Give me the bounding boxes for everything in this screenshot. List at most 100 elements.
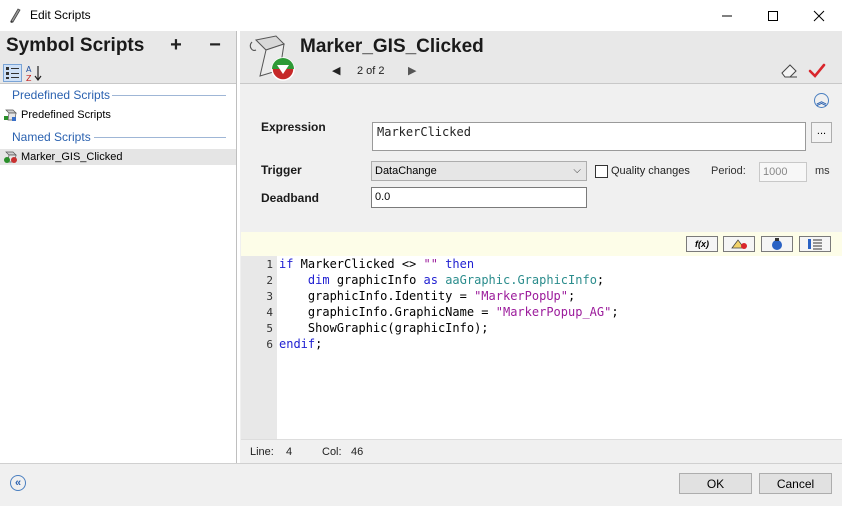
code-token: MarkerClicked <> — [293, 257, 424, 271]
deadband-label: Deadband — [261, 191, 320, 205]
line-number-gutter: 1 2 3 4 5 6 — [241, 256, 277, 439]
line-label: Line: — [250, 446, 274, 458]
code-token: "MarkerPopup_AG" — [495, 305, 612, 319]
panel-title: Symbol Scripts — [6, 35, 145, 56]
named-script-icon — [4, 151, 17, 163]
sort-az-icon: A Z — [26, 65, 42, 83]
group-predefined-scripts: Predefined Scripts — [12, 88, 111, 102]
element-browser-icon — [772, 238, 782, 250]
tree-item-label: Predefined Scripts — [21, 109, 111, 121]
line-number: 4 — [266, 306, 273, 319]
categorized-view-button[interactable] — [3, 64, 22, 82]
maximize-button[interactable] — [750, 0, 796, 31]
line-number: 6 — [266, 338, 273, 351]
tree-item-marker-gis-clicked[interactable]: Marker_GIS_Clicked — [0, 149, 236, 165]
code-token: endif — [279, 337, 316, 351]
svg-text:Z: Z — [26, 74, 32, 82]
symbol-scripts-header: Symbol Scripts + − A Z — [0, 31, 236, 84]
categorized-list-icon — [6, 67, 19, 79]
code-line: dim graphicInfo as aaGraphic.GraphicInfo… — [279, 273, 604, 287]
code-token: if — [279, 257, 294, 271]
script-editor-panel: Marker_GIS_Clicked ◀ 2 of 2 ▶ ︽ Expressi… — [240, 31, 842, 463]
code-token: dim — [307, 273, 330, 287]
period-label: Period: — [711, 165, 746, 177]
display-list-button[interactable] — [799, 236, 831, 252]
expression-browse-button[interactable]: ... — [811, 122, 832, 143]
period-input[interactable]: 1000 — [759, 162, 807, 182]
minimize-button[interactable] — [704, 0, 750, 31]
title-bar: Edit Scripts — [0, 0, 842, 31]
group-divider — [112, 95, 226, 96]
line-value: 4 — [286, 446, 293, 458]
code-token: "MarkerPopUp" — [474, 289, 568, 303]
expression-input[interactable]: MarkerClicked — [372, 122, 806, 151]
quality-changes-checkbox[interactable] — [595, 165, 608, 178]
symbol-scripts-panel: Symbol Scripts + − A Z Predefined Script… — [0, 31, 237, 463]
minimize-icon — [722, 15, 732, 16]
next-script-button[interactable]: ▶ — [408, 64, 416, 77]
attribute-browser-button[interactable] — [723, 236, 755, 252]
apply-check-icon[interactable] — [808, 62, 826, 80]
trigger-label: Trigger — [261, 163, 302, 177]
trigger-value: DataChange — [375, 165, 437, 177]
code-token: ; — [596, 273, 605, 287]
svg-text:A: A — [26, 65, 32, 74]
col-value: 46 — [351, 446, 364, 458]
tree-item-label: Marker_GIS_Clicked — [21, 151, 123, 163]
period-unit: ms — [815, 165, 830, 177]
group-named-scripts: Named Scripts — [12, 130, 91, 144]
code-token: graphicInfo.GraphicName = — [279, 305, 496, 319]
code-line: endif; — [279, 337, 322, 351]
script-icon — [4, 109, 17, 121]
deadband-input[interactable]: 0.0 — [371, 187, 587, 208]
maximize-icon — [768, 10, 778, 21]
code-token: then — [445, 257, 475, 271]
collapse-panel-button[interactable]: « — [10, 475, 26, 491]
window-title: Edit Scripts — [30, 8, 91, 22]
element-browser-button[interactable] — [761, 236, 793, 252]
code-token: as — [423, 273, 438, 287]
editor-status-bar: Line: 4 Col: 46 — [241, 439, 842, 463]
script-toolbar: f(x) — [241, 232, 842, 256]
code-token: graphicInfo — [329, 273, 424, 287]
quality-changes-label: Quality changes — [611, 165, 690, 177]
eraser-icon[interactable] — [780, 63, 798, 79]
code-token: ; — [568, 289, 576, 303]
line-number: 2 — [266, 274, 273, 287]
code-token: "" — [423, 257, 438, 271]
col-label: Col: — [322, 446, 342, 458]
script-function-browser-button[interactable]: f(x) — [686, 236, 718, 252]
line-number: 3 — [266, 290, 273, 303]
code-token: ; — [611, 305, 619, 319]
remove-script-button[interactable]: − — [206, 34, 224, 57]
previous-script-button[interactable]: ◀ — [332, 64, 340, 77]
code-token: ; — [315, 337, 323, 351]
line-number: 1 — [266, 258, 273, 271]
code-line: if MarkerClicked <> "" then — [279, 257, 474, 271]
line-number: 5 — [266, 322, 273, 335]
group-divider — [94, 137, 226, 138]
code-token: ShowGraphic(graphicInfo); — [279, 321, 489, 335]
tree-item-predefined-scripts[interactable]: Predefined Scripts — [3, 107, 111, 123]
add-script-button[interactable]: + — [167, 34, 185, 57]
attribute-browser-icon — [731, 239, 747, 249]
script-code-editor[interactable]: 1 2 3 4 5 6 if MarkerClicked <> "" then … — [241, 256, 842, 439]
code-line: graphicInfo.Identity = "MarkerPopUp"; — [279, 289, 575, 303]
list-icon — [808, 239, 822, 250]
script-app-icon — [10, 8, 21, 23]
ok-button[interactable]: OK — [679, 473, 752, 494]
collapse-section-button[interactable]: ︽ — [814, 93, 829, 108]
code-line: graphicInfo.GraphicName = "MarkerPopup_A… — [279, 305, 619, 319]
expression-label: Expression — [261, 120, 326, 134]
page-indicator: 2 of 2 — [357, 65, 385, 77]
alphabetical-sort-button[interactable]: A Z — [25, 64, 45, 83]
trigger-select[interactable]: DataChange ⌵ — [371, 161, 587, 181]
script-title: Marker_GIS_Clicked — [300, 36, 484, 57]
cancel-button[interactable]: Cancel — [759, 473, 832, 494]
code-token: graphicInfo.Identity = — [279, 289, 475, 303]
close-button[interactable] — [796, 0, 842, 31]
chevron-down-icon: ⌵ — [573, 165, 581, 176]
code-line: ShowGraphic(graphicInfo); — [279, 321, 489, 335]
script-header: Marker_GIS_Clicked ◀ 2 of 2 ▶ — [240, 31, 842, 84]
